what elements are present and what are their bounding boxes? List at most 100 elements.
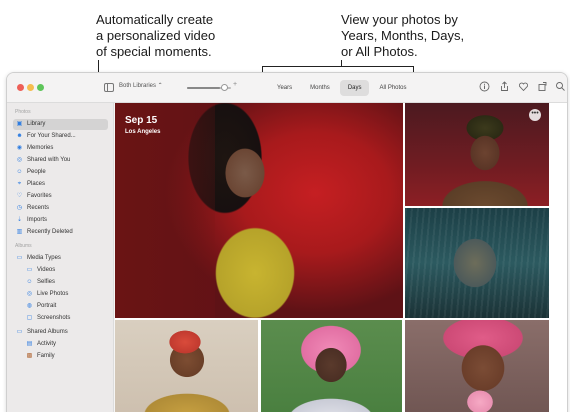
tab-months[interactable]: Months: [302, 80, 338, 96]
sidebar-item-imports[interactable]: ⇣ Imports: [13, 215, 108, 226]
sidebar-item-label: Places: [27, 181, 46, 187]
clock-icon: ◷: [16, 205, 23, 211]
shared-icon: ◎: [16, 157, 23, 163]
shared-album-icon: ▭: [16, 329, 23, 335]
library-select[interactable]: Both Libraries ⌃: [119, 82, 163, 89]
zoom-slider-fill: [187, 87, 220, 89]
content-scroll-area[interactable]: [551, 103, 567, 412]
sidebar-item-memories[interactable]: ◉ Memories: [13, 143, 108, 154]
sidebar-item-videos[interactable]: ▭ Videos: [23, 265, 108, 276]
sidebar-toggle-icon[interactable]: [104, 83, 114, 92]
sidebar-section-albums: Albums: [15, 243, 32, 249]
sidebar-section-photos: Photos: [15, 109, 31, 115]
photo-thumbnail[interactable]: [261, 320, 402, 412]
memory-hero-photo[interactable]: Sep 15 Los Angeles: [115, 103, 403, 318]
sidebar-item-for-your-shared[interactable]: ☻ For Your Shared...: [13, 131, 108, 142]
zoom-slider-knob[interactable]: [221, 84, 228, 91]
minimize-window-button[interactable]: [27, 84, 34, 91]
sidebar-item-family[interactable]: ▩ Family: [23, 351, 108, 362]
sidebar-item-recents[interactable]: ◷ Recents: [13, 203, 108, 214]
sidebar-item-label: Recents: [27, 205, 50, 211]
sidebar-item-label: Recently Deleted: [27, 229, 73, 235]
tab-all-photos[interactable]: All Photos: [371, 80, 414, 96]
sidebar-item-label: Library: [27, 121, 46, 127]
callout-text-line: or All Photos.: [341, 44, 418, 59]
sidebar-item-label: Activity: [37, 341, 57, 347]
sidebar-item-label: People: [27, 169, 46, 175]
photo-thumbnail[interactable]: [115, 320, 258, 412]
zoom-in-icon[interactable]: +: [233, 81, 237, 88]
sidebar-item-library[interactable]: ▣ Library: [13, 119, 108, 130]
heart-icon: ♡: [16, 193, 23, 199]
person-icon: ☺: [16, 169, 23, 175]
callout-memories: Automatically create a personalized vide…: [96, 12, 246, 60]
heart-icon[interactable]: [518, 81, 529, 92]
sidebar-item-label: Portrait: [37, 303, 57, 309]
callout-text-line: of special moments.: [96, 44, 212, 59]
library-icon: ▣: [16, 121, 23, 127]
sidebar-item-label: Family: [37, 353, 55, 359]
view-tabs: Years Months Days All Photos: [269, 80, 415, 96]
sidebar-item-label: Memories: [27, 145, 54, 151]
sidebar-item-label: Imports: [27, 217, 48, 223]
people-icon: ☻: [16, 133, 23, 139]
portrait-icon: ◍: [26, 303, 33, 309]
folder-icon: ▭: [16, 255, 23, 261]
photo-shade: [115, 103, 215, 318]
photos-window: Both Libraries ⌃ + Years Months Days All…: [6, 72, 568, 412]
trash-icon: ▥: [16, 229, 23, 235]
sidebar-item-live-photos[interactable]: ◎ Live Photos: [23, 289, 108, 300]
activity-icon: ▤: [26, 341, 33, 347]
callout-views: View your photos by Years, Months, Days,…: [341, 12, 501, 60]
share-icon[interactable]: [499, 81, 510, 92]
callout-text-line: a personalized video: [96, 28, 216, 43]
photo-thumbnail[interactable]: [405, 320, 549, 412]
sidebar-item-media-types[interactable]: ▭ Media Types: [13, 253, 108, 264]
photo-thumbnail[interactable]: [405, 208, 549, 318]
sidebar-item-label: Screenshots: [37, 315, 71, 321]
tab-years[interactable]: Years: [269, 80, 300, 96]
memories-icon: ◉: [16, 145, 23, 151]
photo-grid: Sep 15 Los Angeles •••: [115, 103, 567, 412]
sidebar-item-selfies[interactable]: ☺ Selfies: [23, 277, 108, 288]
callout-text-line: View your photos by: [341, 12, 458, 27]
album-thumbnail-icon: ▩: [26, 353, 33, 359]
rotate-icon[interactable]: [537, 81, 548, 92]
sidebar-item-screenshots[interactable]: ▢ Screenshots: [23, 313, 108, 324]
more-options-button[interactable]: •••: [529, 109, 541, 121]
tab-days[interactable]: Days: [339, 80, 370, 96]
sidebar-item-label: For Your Shared...: [27, 133, 76, 139]
sidebar-item-people[interactable]: ☺ People: [13, 167, 108, 178]
sidebar-item-places[interactable]: ⌖ Places: [13, 179, 108, 190]
sidebar-item-label: Favorites: [27, 193, 52, 199]
selfie-icon: ☺: [26, 279, 33, 285]
fullscreen-window-button[interactable]: [37, 84, 44, 91]
callout-text-line: Automatically create: [96, 12, 214, 27]
sidebar-item-label: Live Photos: [37, 291, 69, 297]
memory-location: Los Angeles: [125, 129, 161, 135]
callout-text-line: Years, Months, Days,: [341, 28, 465, 43]
pin-icon: ⌖: [17, 181, 22, 187]
toolbar: Both Libraries ⌃ + Years Months Days All…: [7, 73, 567, 103]
close-window-button[interactable]: [17, 84, 24, 91]
sidebar: Photos ▣ Library ☻ For Your Shared... ◉ …: [7, 103, 114, 412]
screenshot-icon: ▢: [26, 315, 33, 321]
callout-bracket-views: [262, 66, 414, 67]
video-icon: ▭: [26, 267, 33, 273]
sidebar-item-label: Media Types: [27, 255, 61, 261]
sidebar-item-label: Selfies: [37, 279, 56, 285]
sidebar-item-portrait[interactable]: ◍ Portrait: [23, 301, 108, 312]
sidebar-item-favorites[interactable]: ♡ Favorites: [13, 191, 108, 202]
sidebar-item-label: Videos: [37, 267, 56, 273]
sidebar-item-recently-deleted[interactable]: ▥ Recently Deleted: [13, 227, 108, 238]
sidebar-item-label: Shared Albums: [27, 329, 68, 335]
sidebar-item-shared-with-you[interactable]: ◎ Shared with You: [13, 155, 108, 166]
sidebar-item-label: Shared with You: [27, 157, 71, 163]
info-icon[interactable]: [479, 81, 490, 92]
import-icon: ⇣: [16, 217, 23, 223]
memory-date: Sep 15: [125, 115, 158, 126]
search-icon[interactable]: [555, 81, 566, 92]
sidebar-item-activity[interactable]: ▤ Activity: [23, 339, 108, 350]
sidebar-item-shared-albums[interactable]: ▭ Shared Albums: [13, 327, 108, 338]
photo-thumbnail[interactable]: •••: [405, 103, 549, 206]
